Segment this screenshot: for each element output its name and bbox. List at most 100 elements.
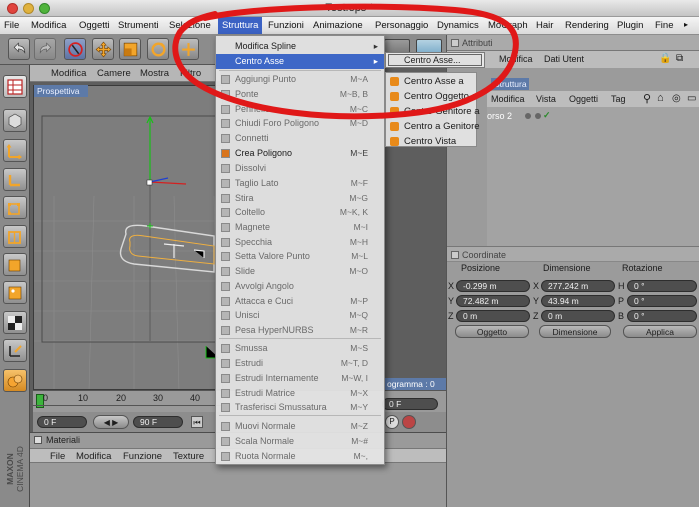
struttura-item-muovi-normale[interactable]: Muovi Normale M~Z bbox=[216, 419, 384, 434]
struttura-item-chiudi-foro-poligono[interactable]: Chiudi Foro Poligono M~D bbox=[216, 116, 384, 131]
attributes-checkbox[interactable] bbox=[451, 39, 459, 47]
menu-hair[interactable]: Hair bbox=[536, 20, 553, 31]
struttura-item-estrudi[interactable]: Estrudi M~T, D bbox=[216, 356, 384, 371]
objects-menu-vista[interactable]: Vista bbox=[536, 94, 556, 104]
uv-mode-button[interactable] bbox=[3, 281, 27, 304]
menu-dynamics[interactable]: Dynamics bbox=[437, 20, 479, 31]
materials-menu-modifica[interactable]: Modifica bbox=[76, 451, 111, 462]
objects-menu-tag[interactable]: Tag bbox=[611, 94, 626, 104]
collapse-icon[interactable]: ▭ bbox=[687, 93, 696, 104]
object-axis-button[interactable] bbox=[3, 139, 27, 162]
more-menus-icon[interactable]: ▸ bbox=[684, 20, 688, 29]
viewport-menu-modifica[interactable]: Modifica bbox=[51, 68, 86, 79]
attributes-menu-modifica[interactable]: Modifica bbox=[499, 54, 533, 64]
struttura-item-coltello[interactable]: Coltello M~K, K bbox=[216, 205, 384, 220]
coordinates-checkbox[interactable] bbox=[451, 251, 459, 259]
layout-button[interactable] bbox=[3, 75, 27, 98]
rotate-tool-button[interactable] bbox=[147, 38, 169, 60]
go-start-button[interactable]: ⏮ bbox=[191, 416, 203, 428]
apply-button[interactable]: Applica bbox=[623, 325, 697, 338]
struttura-item-setta-valore-punto[interactable]: Setta Valore Punto M~L bbox=[216, 249, 384, 264]
attributes-tab-userdata[interactable]: Dati Utent bbox=[544, 54, 584, 64]
struttura-item-magnete[interactable]: Magnete M~I bbox=[216, 220, 384, 235]
dim-x-field[interactable]: 277.242 m bbox=[541, 280, 615, 292]
record-button[interactable] bbox=[402, 415, 416, 429]
step-buttons[interactable]: ◀ ▶ bbox=[93, 415, 129, 429]
menu-rendering[interactable]: Rendering bbox=[565, 20, 609, 31]
use-model-button[interactable] bbox=[3, 109, 27, 132]
pos-y-field[interactable]: 72.482 m bbox=[456, 295, 530, 307]
struttura-item-ruota-normale[interactable]: Ruota Normale M~, bbox=[216, 449, 384, 464]
rot-h-field[interactable]: 0 ° bbox=[627, 280, 697, 292]
struttura-item-stira[interactable]: Stira M~G bbox=[216, 191, 384, 206]
materials-menu-file[interactable]: File bbox=[50, 451, 65, 462]
toolbar-extra-button[interactable] bbox=[177, 38, 199, 60]
undo-button[interactable] bbox=[8, 38, 30, 60]
pos-z-field[interactable]: 0 m bbox=[456, 310, 530, 322]
redo-button[interactable] bbox=[34, 38, 56, 60]
struttura-item-scala-normale[interactable]: Scala Normale M~# bbox=[216, 434, 384, 449]
texture-mode-button[interactable] bbox=[3, 311, 27, 334]
menu-funzioni[interactable]: Funzioni bbox=[268, 20, 304, 31]
menu-mograph[interactable]: MoGraph bbox=[488, 20, 528, 31]
workplane-button[interactable] bbox=[3, 339, 27, 362]
points-mode-button[interactable] bbox=[3, 196, 27, 219]
end-frame-field[interactable]: 90 F bbox=[133, 416, 183, 428]
menu-animazione[interactable]: Animazione bbox=[313, 20, 363, 31]
record-p-button[interactable]: P bbox=[385, 415, 399, 429]
menu-struttura[interactable]: Struttura bbox=[218, 17, 263, 34]
home-icon[interactable]: ⌂ bbox=[657, 92, 664, 104]
polygons-mode-button[interactable] bbox=[3, 253, 27, 276]
dim-z-field[interactable]: 0 m bbox=[541, 310, 615, 322]
struttura-item-estrudi-internamente[interactable]: Estrudi Internamente M~W, I bbox=[216, 371, 384, 386]
object-row[interactable]: orso 2 ✓ bbox=[487, 110, 699, 123]
struttura-item-pesa-hypernurbs[interactable]: Pesa HyperNURBS M~R bbox=[216, 323, 384, 338]
struttura-item-dissolvi[interactable]: Dissolvi bbox=[216, 161, 384, 176]
struttura-item-attacca-e-cuci[interactable]: Attacca e Cuci M~P bbox=[216, 294, 384, 309]
new-window-icon[interactable]: ⧉ bbox=[676, 53, 683, 64]
menu-selezione[interactable]: Selezione bbox=[169, 20, 211, 31]
struttura-item-avvolgi-angolo[interactable]: Avvolgi Angolo bbox=[216, 279, 384, 294]
coordinate-mode-dropdown[interactable]: Oggetto bbox=[455, 325, 529, 338]
live-selection-button[interactable] bbox=[64, 38, 86, 60]
struttura-item-estrudi-matrice[interactable]: Estrudi Matrice M~X bbox=[216, 386, 384, 401]
submenu-item-centro-genitore-a[interactable]: Centro Genitore a bbox=[404, 106, 480, 117]
scale-tool-button[interactable] bbox=[119, 38, 141, 60]
struttura-item-specchia[interactable]: Specchia M~H bbox=[216, 235, 384, 250]
menu-personaggio[interactable]: Personaggio bbox=[375, 20, 428, 31]
tab-struttura[interactable]: Struttura bbox=[491, 78, 529, 90]
objects-menu-oggetti[interactable]: Oggetti bbox=[569, 94, 598, 104]
materials-menu-funzione[interactable]: Funzione bbox=[123, 451, 162, 462]
current-frame-field[interactable]: 0 F bbox=[37, 416, 87, 428]
visibility-dot-icon[interactable] bbox=[525, 113, 531, 119]
struttura-item-aggiungi-punto[interactable]: Aggiungi Punto M~A bbox=[216, 72, 384, 87]
edges-mode-button[interactable] bbox=[3, 225, 27, 248]
submenu-item-centro-a-genitore[interactable]: Centro a Genitore bbox=[404, 121, 480, 132]
eye-icon[interactable]: ◎ bbox=[672, 93, 681, 104]
perspective-viewport[interactable] bbox=[33, 85, 223, 390]
search-icon[interactable]: ⚲ bbox=[643, 92, 651, 105]
tweak-mode-button[interactable] bbox=[3, 369, 27, 392]
submenu-item-centro-asse-dialog[interactable]: Centro Asse... bbox=[388, 54, 482, 66]
frame-field-right[interactable]: 0 F bbox=[382, 398, 438, 410]
axis-mode-button[interactable] bbox=[3, 168, 27, 191]
menu-oggetti[interactable]: Oggetti bbox=[79, 20, 110, 31]
menu-file[interactable]: File bbox=[4, 20, 19, 31]
struttura-item-centro-asse[interactable]: Centro Asse ▸ bbox=[216, 54, 384, 69]
struttura-item-unisci[interactable]: Unisci M~Q bbox=[216, 308, 384, 323]
viewport-menu-filtro[interactable]: Filtro bbox=[180, 68, 201, 79]
struttura-item-connetti[interactable]: Connetti bbox=[216, 131, 384, 146]
submenu-item-centro-asse-a[interactable]: Centro Asse a bbox=[404, 76, 464, 87]
struttura-item-slide[interactable]: Slide M~O bbox=[216, 264, 384, 279]
render-dot-icon[interactable] bbox=[535, 113, 541, 119]
objects-menu-modifica[interactable]: Modifica bbox=[491, 94, 525, 104]
size-mode-dropdown[interactable]: Dimensione bbox=[539, 325, 611, 338]
submenu-item-centro-vista[interactable]: Centro Vista bbox=[404, 136, 456, 147]
menu-plugin[interactable]: Plugin bbox=[617, 20, 643, 31]
struttura-item-taglio-lato[interactable]: Taglio Lato M~F bbox=[216, 176, 384, 191]
lock-icon[interactable]: 🔒 bbox=[659, 53, 671, 64]
check-icon[interactable]: ✓ bbox=[543, 110, 551, 121]
viewport-menu-camere[interactable]: Camere bbox=[97, 68, 131, 79]
dim-y-field[interactable]: 43.94 m bbox=[541, 295, 615, 307]
struttura-item-crea-poligono[interactable]: Crea Poligono M~E bbox=[216, 146, 384, 161]
